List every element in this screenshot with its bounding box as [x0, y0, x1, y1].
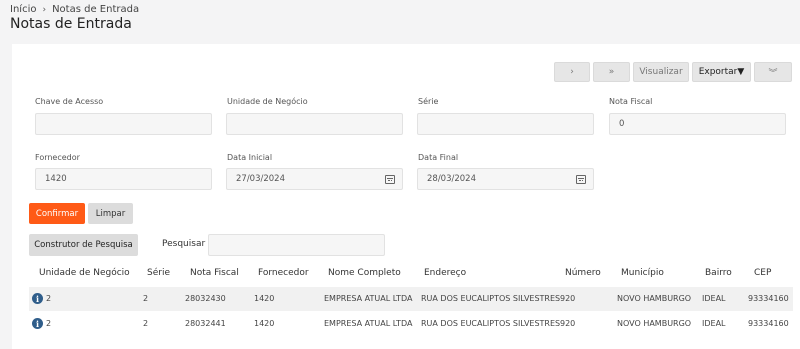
column-header-municipio[interactable]: Município — [621, 268, 664, 278]
data-inicial-value: 27/03/2024 — [236, 174, 285, 184]
search-input[interactable] — [208, 234, 385, 256]
info-icon[interactable]: i — [32, 293, 43, 304]
chevron-right-icon: › — [570, 67, 574, 77]
nota-fiscal-label: Nota Fiscal — [609, 97, 653, 106]
cell-bairro: IDEAL — [702, 319, 726, 328]
data-inicial-field[interactable]: 27/03/2024 — [226, 168, 403, 190]
info-icon[interactable]: i — [32, 318, 43, 329]
cell-municipio: NOVO HAMBURGO — [617, 294, 692, 303]
fornecedor-label: Fornecedor — [35, 153, 80, 162]
serie-field[interactable] — [417, 113, 594, 135]
cell-cep: 93334160 — [748, 294, 789, 303]
cell-nome-completo: EMPRESA ATUAL LTDA — [324, 294, 413, 303]
nota-fiscal-field[interactable]: 0 — [609, 113, 786, 135]
page-title: Notas de Entrada — [10, 16, 132, 32]
last-button[interactable]: » — [593, 62, 630, 82]
table-row[interactable]: i 2 2 28032430 1420 EMPRESA ATUAL LTDA R… — [29, 287, 793, 311]
cell-numero: 920 — [560, 294, 576, 303]
column-header-fornecedor[interactable]: Fornecedor — [258, 268, 309, 278]
column-header-cep[interactable]: CEP — [754, 268, 771, 278]
data-final-value: 28/03/2024 — [427, 174, 476, 184]
double-chevron-down-icon: ︾ — [768, 68, 778, 79]
column-header-numero[interactable]: Número — [565, 268, 601, 278]
serie-label: Série — [418, 97, 439, 106]
cell-endereco: RUA DOS EUCALIPTOS SILVESTRES — [421, 294, 561, 303]
breadcrumb: Início › Notas de Entrada — [10, 4, 139, 15]
unidade-negocio-field[interactable] — [226, 113, 403, 135]
confirmar-button[interactable]: Confirmar — [29, 203, 85, 224]
cell-unidade-negocio: 2 — [46, 319, 52, 328]
unidade-negocio-label: Unidade de Negócio — [227, 97, 308, 106]
column-header-nota-fiscal[interactable]: Nota Fiscal — [190, 268, 239, 278]
cell-nota-fiscal: 28032441 — [185, 319, 226, 328]
cell-municipio: NOVO HAMBURGO — [617, 319, 692, 328]
cell-fornecedor: 1420 — [254, 294, 275, 303]
table-row[interactable]: i 2 2 28032441 1420 EMPRESA ATUAL LTDA R… — [29, 312, 793, 336]
column-header-endereco[interactable]: Endereço — [424, 268, 466, 278]
cell-fornecedor: 1420 — [254, 319, 275, 328]
fornecedor-field[interactable]: 1420 — [35, 168, 212, 190]
page-header: Início › Notas de Entrada Notas de Entra… — [0, 0, 800, 44]
data-final-label: Data Final — [418, 153, 459, 162]
pesquisar-label: Pesquisar — [162, 239, 206, 249]
next-button[interactable]: › — [554, 62, 590, 82]
cell-unidade-negocio: 2 — [46, 294, 52, 303]
data-final-field[interactable]: 28/03/2024 — [417, 168, 594, 190]
chave-acesso-field[interactable] — [35, 113, 212, 135]
cell-bairro: IDEAL — [702, 294, 726, 303]
limpar-button[interactable]: Limpar — [88, 203, 133, 224]
cell-numero: 920 — [560, 319, 576, 328]
breadcrumb-home[interactable]: Início — [10, 4, 36, 15]
column-header-serie[interactable]: Série — [147, 268, 170, 278]
chave-acesso-label: Chave de Acesso — [35, 97, 104, 106]
column-header-nome-completo[interactable]: Nome Completo — [328, 268, 401, 278]
breadcrumb-current: Notas de Entrada — [52, 4, 140, 15]
calendar-icon[interactable] — [385, 175, 395, 184]
cell-serie: 2 — [143, 294, 149, 303]
cell-nome-completo: EMPRESA ATUAL LTDA — [324, 319, 413, 328]
cell-nota-fiscal: 28032430 — [185, 294, 226, 303]
cell-cep: 93334160 — [748, 319, 789, 328]
construtor-pesquisa-button[interactable]: Construtor de Pesquisa — [29, 234, 138, 256]
data-inicial-label: Data Inicial — [227, 153, 273, 162]
collapse-button[interactable]: ︾ — [754, 62, 792, 82]
breadcrumb-separator-icon: › — [42, 4, 47, 15]
double-chevron-right-icon: » — [608, 67, 615, 77]
exportar-button[interactable]: Exportar▼ — [692, 62, 751, 82]
cell-endereco: RUA DOS EUCALIPTOS SILVESTRES — [421, 319, 561, 328]
cell-serie: 2 — [143, 319, 149, 328]
calendar-icon[interactable] — [576, 175, 586, 184]
column-header-unidade-negocio[interactable]: Unidade de Negócio — [39, 268, 130, 278]
visualizar-button[interactable]: Visualizar — [633, 62, 689, 82]
column-header-bairro[interactable]: Bairro — [705, 268, 732, 278]
